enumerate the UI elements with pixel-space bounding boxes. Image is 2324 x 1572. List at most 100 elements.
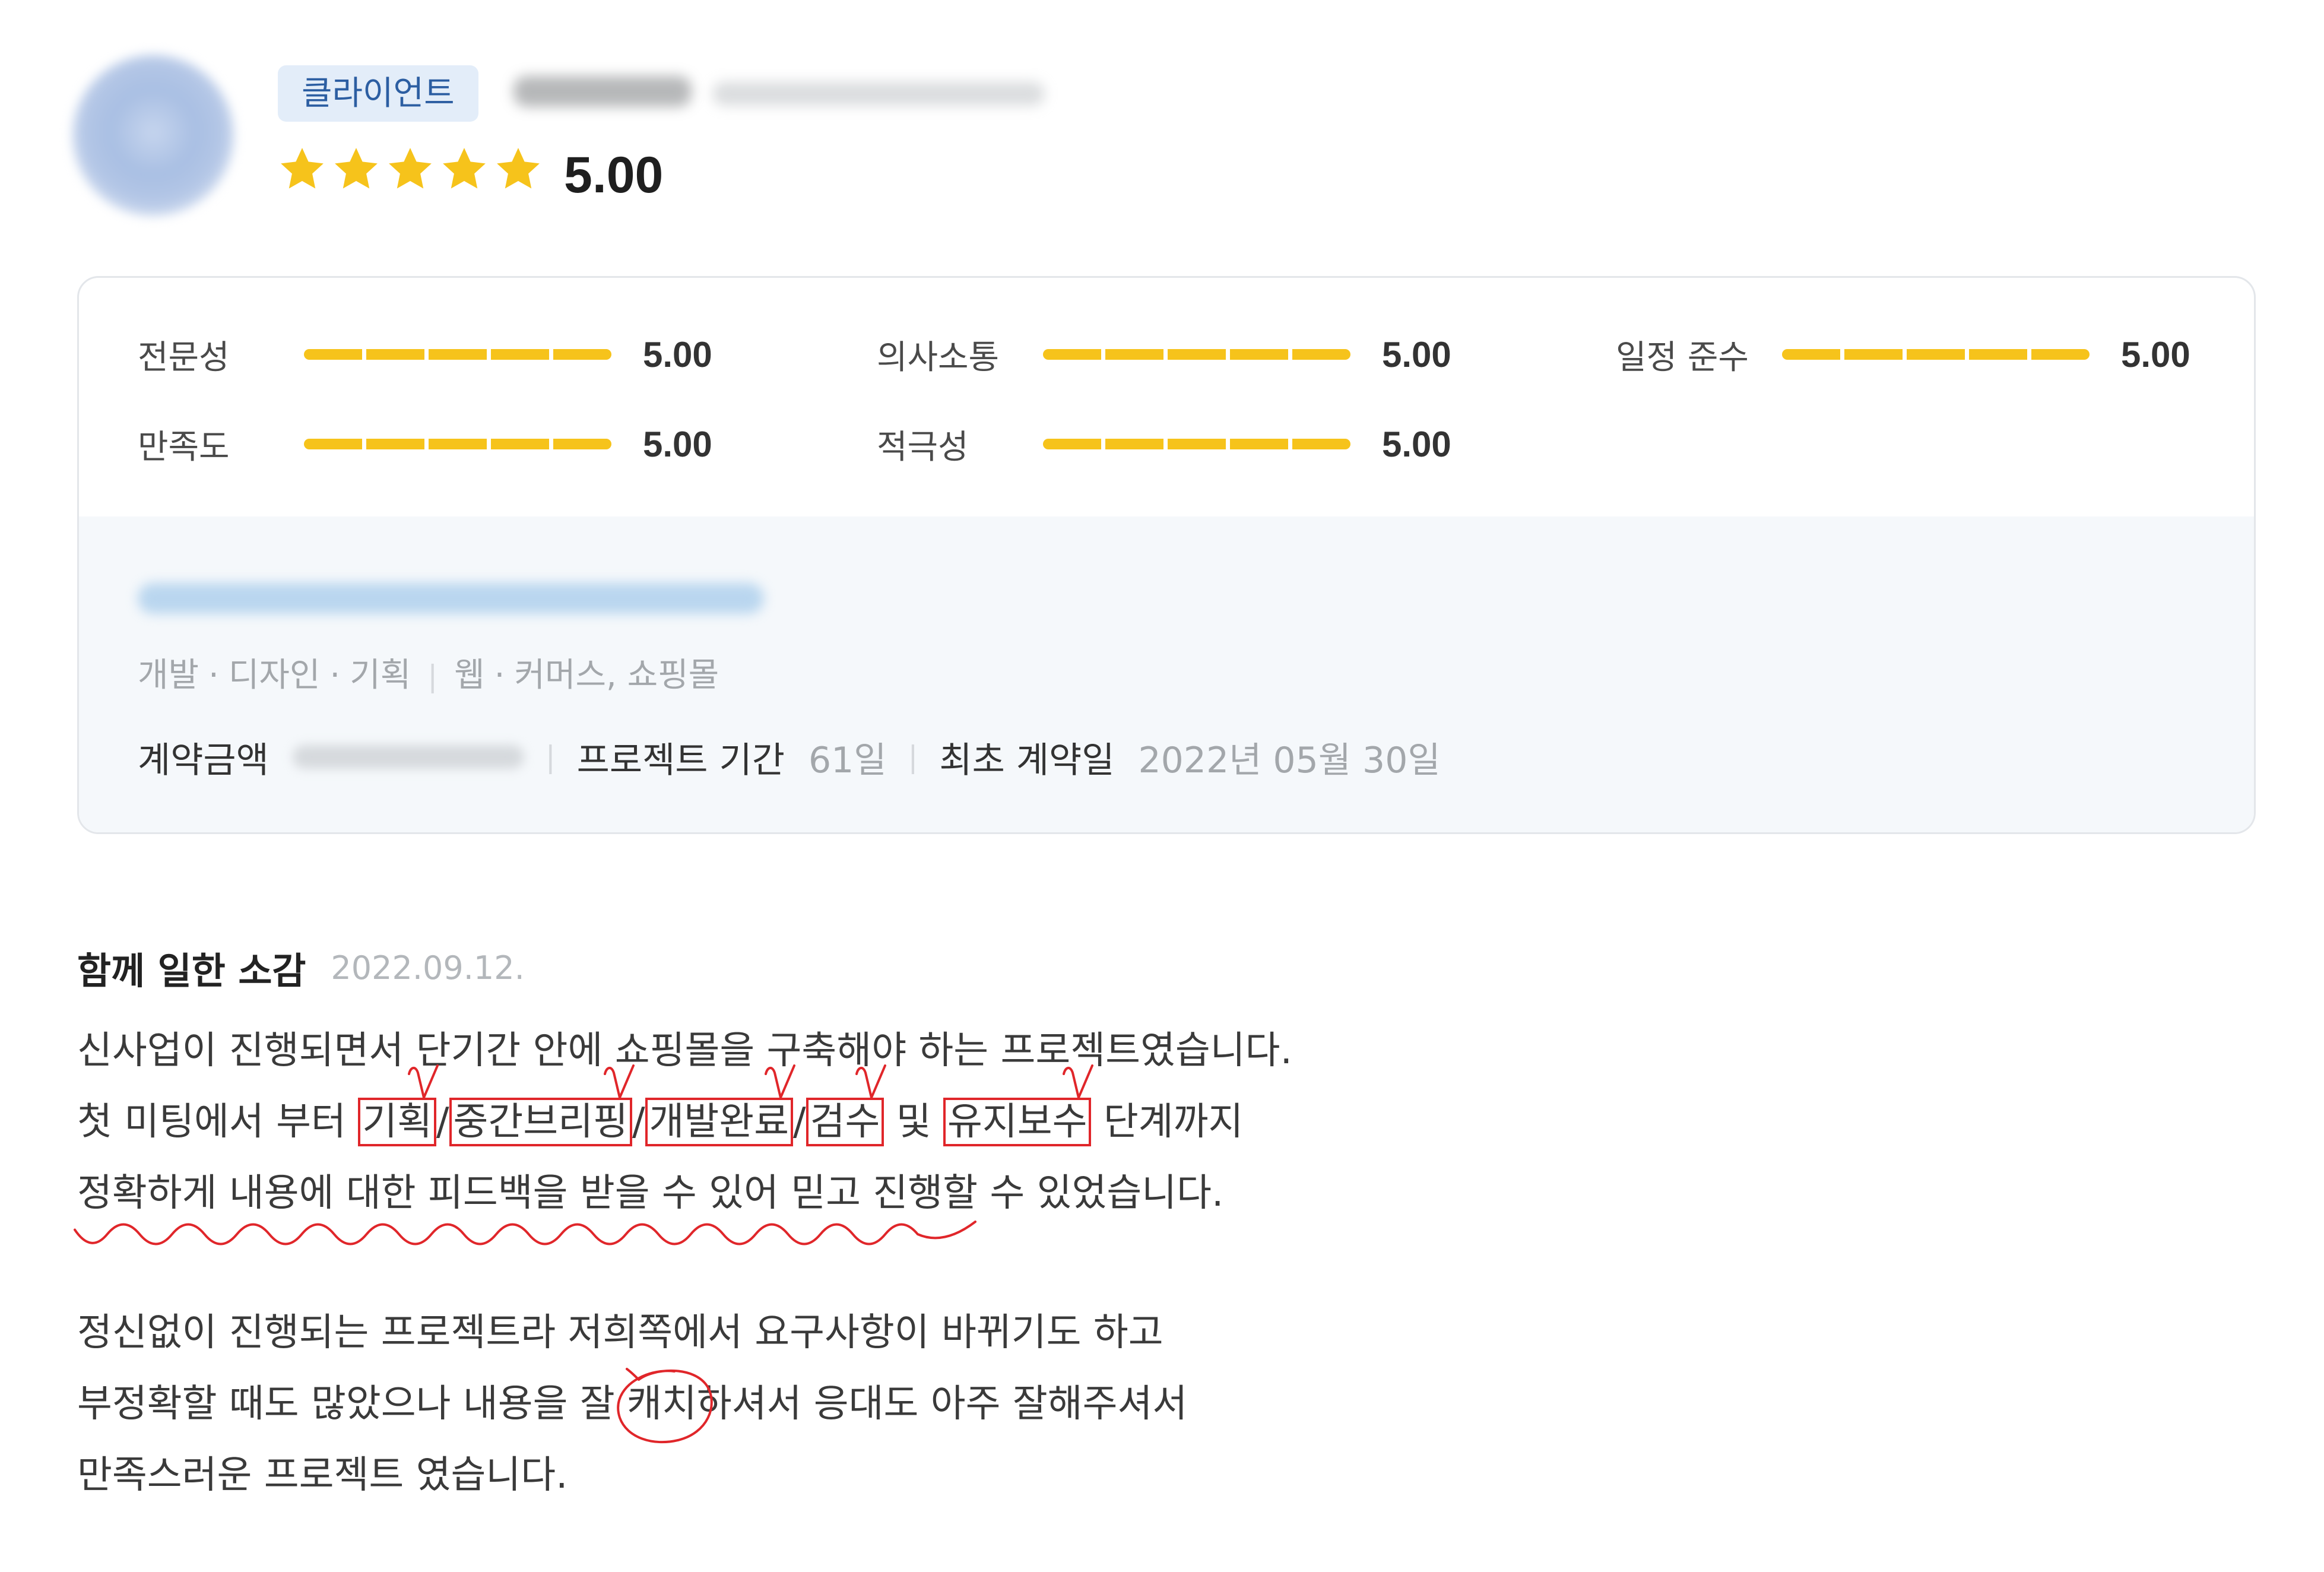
text-segment: 부정확할 때도 많았으나 내용을 잘	[77, 1382, 627, 1426]
keyword-text: 개발완료	[649, 1100, 790, 1144]
score-label: 의사소통	[877, 338, 1000, 377]
score-value: 5.00	[1382, 334, 1451, 375]
score-bar	[1782, 349, 2090, 360]
project-category-line: 개발 · 디자인 · 기획 | 웹 · 커머스, 쇼핑몰	[138, 656, 719, 696]
score-bar-segment	[1907, 349, 1965, 360]
dot-separator: ·	[329, 656, 341, 695]
divider: |	[545, 740, 556, 774]
score-bar-segment	[304, 439, 362, 449]
avatar	[72, 55, 234, 216]
review-line: 신사업이 진행되면서 단기간 안에 쇼핑몰을 구축해야 하는 프로젝트였습니다.	[77, 1029, 1292, 1073]
contract-info-row: 계약금액 | 프로젝트 기간 61일 | 최초 계약일 2022년 05월 30…	[138, 734, 1441, 781]
score-bar-segment	[1292, 439, 1350, 449]
score-grid: 전문성 5.00 의사소통 5.00 일정 준수 5.00 만족도 5.00 적…	[138, 331, 2254, 468]
reviewer-name-blurred	[513, 76, 692, 107]
check-mark-annotation	[407, 1064, 439, 1099]
review-line: 만족스러운 프로젝트 였습니다.	[77, 1453, 568, 1497]
score-bar-segment	[1168, 439, 1226, 449]
industry-tag: 커머스, 쇼핑몰	[514, 656, 719, 695]
overall-rating: 5.00	[564, 147, 664, 204]
contract-amount-blurred	[292, 745, 524, 769]
circled-word: 캐치	[617, 1368, 713, 1444]
score-bar-segment	[1105, 439, 1163, 449]
review-line: 첫 미팅에서 부터 기획 / 중간브리핑 / 개발완료 / 검수 및 유지보수 단계까지	[77, 1064, 1292, 1158]
client-role-badge: 클라이언트	[278, 65, 478, 122]
first-contract-date-label: 최초 계약일	[939, 739, 1115, 781]
score-bar-segment	[1292, 349, 1350, 360]
review-paragraph: 신사업이 진행되면서 단기간 안에 쇼핑몰을 구축해야 하는 프로젝트였습니다.…	[77, 1015, 1292, 1229]
project-period-value: 61일	[808, 739, 887, 781]
score-bar-segment	[429, 439, 487, 449]
slash: /	[632, 1100, 645, 1144]
boxed-keyword: 유지보수	[943, 1064, 1094, 1146]
star-icon	[443, 148, 486, 189]
wavy-underline-annotation	[75, 1220, 975, 1256]
field-tag: 개발	[138, 656, 199, 695]
divider: |	[427, 659, 438, 693]
score-value: 5.00	[2121, 334, 2190, 375]
review-heading: 함께 일한 소감	[77, 949, 306, 993]
score-bar-segment	[1230, 349, 1288, 360]
review-paragraph: 정신없이 진행되는 프로젝트라 저희쪽에서 요구사항이 바뀌기도 하고 부정확할…	[77, 1297, 1292, 1511]
keyword-text: 검수	[810, 1100, 880, 1144]
star-icon	[497, 148, 540, 189]
slash: /	[436, 1100, 449, 1144]
score-bar-segment	[1230, 439, 1288, 449]
check-mark-annotation	[855, 1064, 887, 1099]
text-segment: 하셔서 응대도 아주 잘해주셔서	[696, 1382, 1188, 1426]
star-icon	[335, 148, 378, 189]
field-tag: 디자인	[228, 656, 321, 695]
review-body: 신사업이 진행되면서 단기간 안에 쇼핑몰을 구축해야 하는 프로젝트였습니다.…	[77, 1015, 1292, 1511]
first-contract-date-value: 2022년 05월 30일	[1138, 739, 1441, 781]
star-icon	[389, 148, 432, 189]
score-bar-segment	[366, 349, 424, 360]
text-segment: 수 있었습니다.	[978, 1171, 1224, 1215]
dot-separator: ·	[208, 656, 219, 695]
review-summary-card: 전문성 5.00 의사소통 5.00 일정 준수 5.00 만족도 5.00 적…	[77, 276, 2256, 834]
score-label: 만족도	[138, 427, 230, 467]
score-bar-segment	[1043, 349, 1101, 360]
circle-annotation	[617, 1368, 713, 1444]
keyword-text: 기획	[362, 1100, 432, 1144]
industry-tag: 웹	[454, 656, 485, 695]
slash: /	[793, 1100, 806, 1144]
project-title-blurred	[138, 583, 764, 614]
boxed-keyword: 개발완료	[645, 1064, 796, 1146]
score-bar	[304, 349, 611, 360]
score-label: 일정 준수	[1616, 338, 1749, 377]
project-period-label: 프로젝트 기간	[576, 739, 785, 781]
score-bar-segment	[553, 349, 611, 360]
check-mark-annotation	[1063, 1064, 1094, 1099]
check-mark-annotation	[603, 1064, 635, 1099]
keyword-text: 중간브리핑	[453, 1100, 628, 1144]
score-bar-segment	[491, 349, 549, 360]
review-line: 정신없이 진행되는 프로젝트라 저희쪽에서 요구사항이 바뀌기도 하고	[77, 1311, 1163, 1355]
score-value: 5.00	[643, 424, 712, 464]
score-bar-segment	[366, 439, 424, 449]
boxed-keyword: 검수	[806, 1064, 887, 1146]
review-line: 부정확할 때도 많았으나 내용을 잘 캐치 하셔서 응대도 아주 잘해주셔서	[77, 1368, 1292, 1444]
score-bar-segment	[429, 349, 487, 360]
score-bar-segment	[1043, 439, 1101, 449]
text-segment: 및	[884, 1100, 943, 1144]
score-label: 적극성	[877, 427, 969, 467]
text-segment: 첫 미팅에서 부터	[77, 1100, 359, 1144]
star-rating	[278, 145, 543, 194]
score-bar	[1043, 439, 1350, 449]
score-bar-segment	[1782, 349, 1840, 360]
review-date: 2022.09.12.	[331, 949, 525, 987]
keyword-text: 유지보수	[947, 1100, 1088, 1144]
score-schedule: 일정 준수 5.00	[1616, 331, 2254, 378]
score-label: 전문성	[138, 338, 230, 377]
project-info: 개발 · 디자인 · 기획 | 웹 · 커머스, 쇼핑몰 계약금액 | 프로젝트 기간 61일 …	[79, 516, 2254, 832]
divider: |	[908, 740, 918, 774]
score-communication: 의사소통 5.00	[877, 331, 1616, 378]
score-bar-segment	[1168, 349, 1226, 360]
score-bar-segment	[1969, 349, 2027, 360]
score-value: 5.00	[1382, 424, 1451, 464]
score-bar	[304, 439, 611, 449]
star-icon	[281, 148, 324, 189]
dot-separator: ·	[494, 656, 505, 695]
score-satisfaction: 만족도 5.00	[138, 420, 877, 468]
text-segment: 정확하게 내용에 대한 피드백을 받을 수 있어 믿고 진행할	[77, 1171, 978, 1215]
